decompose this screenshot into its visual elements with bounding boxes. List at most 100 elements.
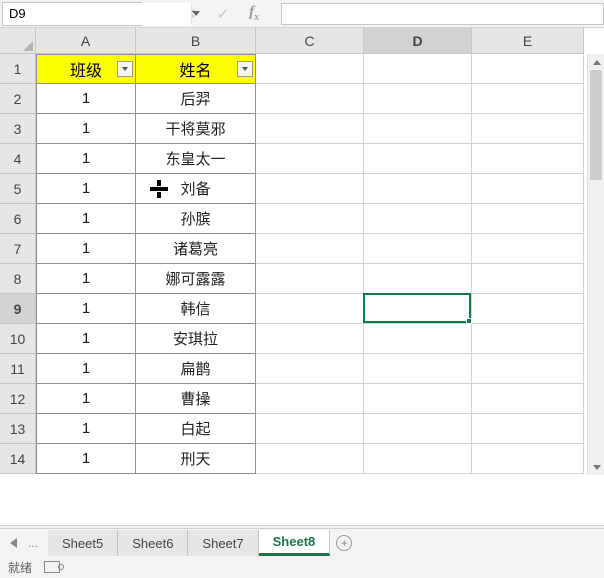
row-header-1[interactable]: 1 — [0, 54, 36, 84]
row-header-12[interactable]: 12 — [0, 384, 36, 414]
cell-B8[interactable]: 娜可露露 — [136, 264, 256, 294]
cell-D9[interactable] — [364, 294, 472, 324]
cell-A6[interactable]: 1 — [36, 204, 136, 234]
cell-C13[interactable] — [256, 414, 364, 444]
sheet-tab-Sheet5[interactable]: Sheet5 — [48, 530, 118, 556]
filter-button-A[interactable] — [117, 61, 133, 77]
row-header-9[interactable]: 9 — [0, 294, 36, 324]
sheet-tab-Sheet7[interactable]: Sheet7 — [188, 530, 258, 556]
cell-A10[interactable]: 1 — [36, 324, 136, 354]
filter-button-B[interactable] — [237, 61, 253, 77]
cell-B6[interactable]: 孙膑 — [136, 204, 256, 234]
cell-A2[interactable]: 1 — [36, 84, 136, 114]
row-header-7[interactable]: 7 — [0, 234, 36, 264]
cell-A12[interactable]: 1 — [36, 384, 136, 414]
name-box[interactable] — [2, 2, 142, 26]
cell-D13[interactable] — [364, 414, 472, 444]
cell-A7[interactable]: 1 — [36, 234, 136, 264]
cell-D14[interactable] — [364, 444, 472, 474]
cell-C7[interactable] — [256, 234, 364, 264]
cell-E6[interactable] — [472, 204, 584, 234]
column-header-C[interactable]: C — [256, 28, 364, 54]
cell-D11[interactable] — [364, 354, 472, 384]
cells-area[interactable]: 班级姓名1后羿1干将莫邪1东皇太一1刘备1孙膑1诸葛亮1娜可露露1韩信1安琪拉1… — [36, 54, 584, 474]
cell-C1[interactable] — [256, 54, 364, 84]
cell-A9[interactable]: 1 — [36, 294, 136, 324]
cell-B13[interactable]: 白起 — [136, 414, 256, 444]
row-header-11[interactable]: 11 — [0, 354, 36, 384]
cell-B11[interactable]: 扁鹊 — [136, 354, 256, 384]
cell-C12[interactable] — [256, 384, 364, 414]
column-header-D[interactable]: D — [364, 28, 472, 54]
cell-E8[interactable] — [472, 264, 584, 294]
row-header-13[interactable]: 13 — [0, 414, 36, 444]
cell-E1[interactable] — [472, 54, 584, 84]
cell-C8[interactable] — [256, 264, 364, 294]
scroll-up-button[interactable] — [588, 54, 604, 70]
scroll-down-button[interactable] — [588, 459, 604, 475]
cell-B1[interactable]: 姓名 — [136, 54, 256, 84]
cell-A1[interactable]: 班级 — [36, 54, 136, 84]
cell-C5[interactable] — [256, 174, 364, 204]
fx-icon[interactable]: fx — [249, 4, 259, 23]
cell-E12[interactable] — [472, 384, 584, 414]
column-header-E[interactable]: E — [472, 28, 584, 54]
column-header-A[interactable]: A — [36, 28, 136, 54]
cell-A3[interactable]: 1 — [36, 114, 136, 144]
cell-E4[interactable] — [472, 144, 584, 174]
cell-B3[interactable]: 干将莫邪 — [136, 114, 256, 144]
cell-D1[interactable] — [364, 54, 472, 84]
cell-C4[interactable] — [256, 144, 364, 174]
row-header-3[interactable]: 3 — [0, 114, 36, 144]
cell-C10[interactable] — [256, 324, 364, 354]
cell-B4[interactable]: 东皇太一 — [136, 144, 256, 174]
cell-A4[interactable]: 1 — [36, 144, 136, 174]
row-header-5[interactable]: 5 — [0, 174, 36, 204]
cell-D10[interactable] — [364, 324, 472, 354]
row-header-4[interactable]: 4 — [0, 144, 36, 174]
cell-A5[interactable]: 1 — [36, 174, 136, 204]
cell-C3[interactable] — [256, 114, 364, 144]
cell-D3[interactable] — [364, 114, 472, 144]
cell-B2[interactable]: 后羿 — [136, 84, 256, 114]
row-header-10[interactable]: 10 — [0, 324, 36, 354]
cell-B14[interactable]: 刑天 — [136, 444, 256, 474]
select-all-button[interactable] — [0, 28, 36, 54]
cell-A11[interactable]: 1 — [36, 354, 136, 384]
macro-record-icon[interactable] — [44, 561, 60, 573]
cell-E5[interactable] — [472, 174, 584, 204]
cell-A13[interactable]: 1 — [36, 414, 136, 444]
cell-C9[interactable] — [256, 294, 364, 324]
cell-D4[interactable] — [364, 144, 472, 174]
cell-E3[interactable] — [472, 114, 584, 144]
tab-overflow-indicator[interactable]: ... — [24, 536, 42, 550]
cell-B10[interactable]: 安琪拉 — [136, 324, 256, 354]
vertical-scrollbar[interactable] — [587, 54, 604, 475]
cell-E9[interactable] — [472, 294, 584, 324]
cell-B7[interactable]: 诸葛亮 — [136, 234, 256, 264]
name-box-dropdown[interactable] — [191, 3, 200, 25]
cell-B9[interactable]: 韩信 — [136, 294, 256, 324]
cell-E7[interactable] — [472, 234, 584, 264]
cell-C6[interactable] — [256, 204, 364, 234]
cell-D8[interactable] — [364, 264, 472, 294]
tab-scroll-left[interactable] — [6, 529, 20, 557]
cell-D6[interactable] — [364, 204, 472, 234]
formula-input[interactable] — [281, 3, 604, 25]
cell-D7[interactable] — [364, 234, 472, 264]
cell-E14[interactable] — [472, 444, 584, 474]
cell-A8[interactable]: 1 — [36, 264, 136, 294]
new-sheet-button[interactable]: + — [330, 529, 358, 556]
scroll-thumb[interactable] — [590, 70, 602, 180]
cell-C14[interactable] — [256, 444, 364, 474]
sheet-tab-Sheet8[interactable]: Sheet8 — [259, 530, 331, 556]
cell-A14[interactable]: 1 — [36, 444, 136, 474]
column-header-B[interactable]: B — [136, 28, 256, 54]
cell-C11[interactable] — [256, 354, 364, 384]
row-header-8[interactable]: 8 — [0, 264, 36, 294]
sheet-tab-Sheet6[interactable]: Sheet6 — [118, 530, 188, 556]
cell-D5[interactable] — [364, 174, 472, 204]
cell-E2[interactable] — [472, 84, 584, 114]
row-header-14[interactable]: 14 — [0, 444, 36, 474]
cell-B12[interactable]: 曹操 — [136, 384, 256, 414]
